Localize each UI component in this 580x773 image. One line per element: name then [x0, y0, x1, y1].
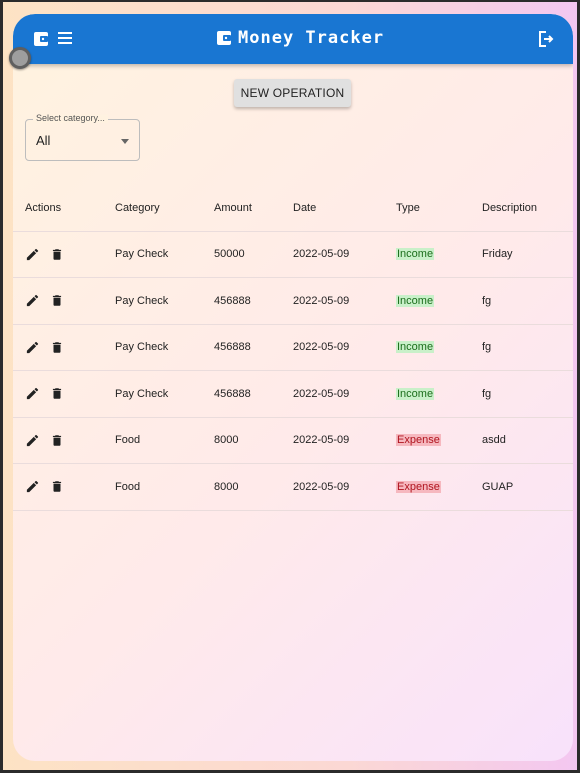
column-header-description: Description — [470, 186, 573, 232]
cell-type: Expense — [384, 463, 470, 511]
row-actions — [13, 277, 103, 325]
type-badge: Income — [396, 341, 435, 354]
drawer-toggle[interactable] — [9, 47, 31, 69]
cell-description: fg — [470, 324, 573, 371]
table-row: Food 8000 2022-05-09 Expense GUAP — [13, 463, 573, 511]
table-header-row: Actions Category Amount Date Type Descri… — [13, 186, 573, 232]
trash-icon[interactable] — [50, 293, 64, 308]
column-header-amount: Amount — [202, 186, 281, 232]
row-actions — [13, 417, 103, 464]
type-badge: Income — [396, 248, 435, 261]
table-row: Pay Check 456888 2022-05-09 Income fg — [13, 324, 573, 371]
app-bar: Money Tracker — [13, 14, 573, 64]
cell-amount: 456888 — [202, 277, 281, 325]
pencil-icon[interactable] — [25, 340, 40, 355]
column-header-category: Category — [103, 186, 202, 232]
category-select-label: Select category... — [33, 113, 108, 123]
row-actions — [13, 463, 103, 511]
logout-icon[interactable] — [537, 30, 555, 48]
table-row: Pay Check 50000 2022-05-09 Income Friday — [13, 231, 573, 278]
row-actions — [13, 324, 103, 371]
row-actions — [13, 231, 103, 278]
cell-type: Income — [384, 370, 470, 418]
pencil-icon[interactable] — [25, 386, 40, 401]
cell-description: fg — [470, 370, 573, 418]
menu-icon[interactable] — [57, 31, 73, 45]
cell-date: 2022-05-09 — [281, 277, 384, 325]
cell-category: Pay Check — [103, 324, 202, 371]
type-badge: Expense — [396, 434, 441, 447]
pencil-icon[interactable] — [25, 247, 40, 262]
operations-table: Actions Category Amount Date Type Descri… — [13, 186, 573, 511]
main-card: Money Tracker NEW OPERATION Select categ… — [13, 14, 573, 761]
trash-icon[interactable] — [50, 386, 64, 401]
cell-description: asdd — [470, 417, 573, 464]
category-select-value: All — [36, 133, 51, 148]
cell-description: Friday — [470, 231, 573, 278]
cell-amount: 8000 — [202, 463, 281, 511]
cell-date: 2022-05-09 — [281, 417, 384, 464]
cell-category: Pay Check — [103, 231, 202, 278]
table-row: Pay Check 456888 2022-05-09 Income fg — [13, 277, 573, 325]
cell-type: Expense — [384, 417, 470, 464]
pencil-icon[interactable] — [25, 293, 40, 308]
cell-date: 2022-05-09 — [281, 463, 384, 511]
pencil-icon[interactable] — [25, 433, 40, 448]
cell-date: 2022-05-09 — [281, 324, 384, 371]
cell-category: Food — [103, 417, 202, 464]
chevron-down-icon — [121, 139, 129, 144]
table-row: Pay Check 456888 2022-05-09 Income fg — [13, 370, 573, 418]
pencil-icon[interactable] — [25, 479, 40, 494]
cell-type: Income — [384, 231, 470, 278]
trash-icon[interactable] — [50, 340, 64, 355]
cell-description: GUAP — [470, 463, 573, 511]
type-badge: Expense — [396, 480, 441, 493]
wallet-icon — [216, 30, 232, 46]
cell-date: 2022-05-09 — [281, 231, 384, 278]
cell-description: fg — [470, 277, 573, 325]
cell-type: Income — [384, 324, 470, 371]
cell-type: Income — [384, 277, 470, 325]
table-row: Food 8000 2022-05-09 Expense asdd — [13, 417, 573, 464]
type-badge: Income — [396, 387, 435, 400]
cell-amount: 456888 — [202, 370, 281, 418]
wallet-icon[interactable] — [33, 31, 49, 47]
new-operation-button[interactable]: NEW OPERATION — [234, 79, 351, 107]
type-badge: Income — [396, 294, 435, 307]
cell-amount: 8000 — [202, 417, 281, 464]
cell-category: Food — [103, 463, 202, 511]
trash-icon[interactable] — [50, 479, 64, 494]
app-title: Money Tracker — [238, 28, 385, 48]
cell-category: Pay Check — [103, 277, 202, 325]
cell-amount: 50000 — [202, 231, 281, 278]
cell-date: 2022-05-09 — [281, 370, 384, 418]
category-select[interactable]: Select category... All — [25, 113, 140, 161]
row-actions — [13, 370, 103, 418]
column-header-type: Type — [384, 186, 470, 232]
column-header-actions: Actions — [13, 186, 103, 232]
trash-icon[interactable] — [50, 247, 64, 262]
cell-category: Pay Check — [103, 370, 202, 418]
column-header-date: Date — [281, 186, 384, 232]
cell-amount: 456888 — [202, 324, 281, 371]
app-title-group: Money Tracker — [216, 28, 384, 48]
trash-icon[interactable] — [50, 433, 64, 448]
